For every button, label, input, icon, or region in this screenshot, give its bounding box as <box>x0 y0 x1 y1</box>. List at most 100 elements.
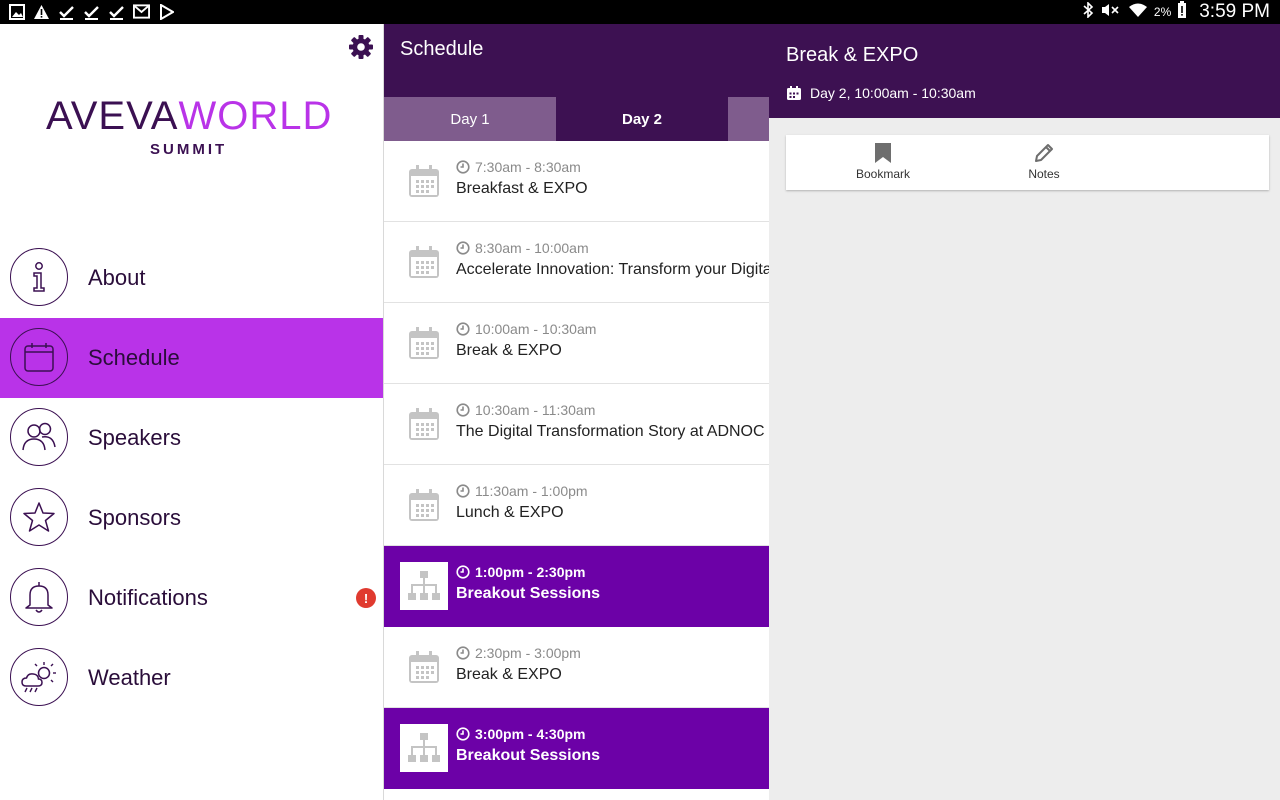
tab-day-1[interactable]: Day 1 <box>384 97 556 141</box>
session-detail-panel: Break & EXPO Day 2, 10:00am - 10:30am Bo… <box>769 24 1280 800</box>
hierarchy-icon <box>400 724 448 772</box>
session-time: 8:30am - 10:00am <box>456 240 589 256</box>
clock-icon <box>456 646 470 660</box>
session-time-text: 2:30pm - 3:00pm <box>475 645 581 661</box>
session-time-text: 7:30am - 8:30am <box>475 159 581 175</box>
notes-button[interactable]: Notes <box>1004 142 1084 181</box>
nav-item-speakers[interactable]: Speakers <box>0 398 383 478</box>
check-icon <box>83 3 100 20</box>
session-time: 11:30am - 1:00pm <box>456 483 588 499</box>
clock-icon <box>456 727 470 741</box>
clock-icon <box>456 565 470 579</box>
clock-icon <box>456 484 470 498</box>
notification-icons <box>8 3 175 20</box>
nav-item-notifications[interactable]: Notifications ! <box>0 558 383 638</box>
detail-meta-text: Day 2, 10:00am - 10:30am <box>810 85 976 101</box>
star-icon <box>10 488 68 546</box>
clock-icon <box>456 322 470 336</box>
logo-subtitle: SUMMIT <box>150 141 228 158</box>
nav-item-weather[interactable]: Weather <box>0 638 383 718</box>
session-row[interactable]: 10:00am - 10:30am Break & EXPO <box>384 303 769 384</box>
session-title: Break & EXPO <box>456 342 562 359</box>
battery-percent: 2% <box>1153 5 1172 19</box>
drawer-menu: About Schedule Speakers Sponsors Notific… <box>0 238 383 718</box>
session-row[interactable]: 1:00pm - 2:30pm Breakout Sessions <box>384 546 769 627</box>
system-icons: 2% 3:59 PM <box>1082 0 1270 24</box>
session-title: Breakout Sessions <box>456 585 601 602</box>
session-list: 7:30am - 8:30am Breakfast & EXPO 8:30am … <box>384 141 769 789</box>
bookmark-button[interactable]: Bookmark <box>843 142 923 181</box>
bluetooth-icon <box>1082 0 1094 23</box>
page-title: Schedule <box>400 38 484 60</box>
tab-day-2[interactable]: Day 2 <box>556 97 728 141</box>
nav-label-notifications: Notifications <box>88 585 208 610</box>
nav-label-speakers: Speakers <box>88 425 181 450</box>
calendar-icon <box>400 157 448 205</box>
session-time: 3:00pm - 4:30pm <box>456 726 585 742</box>
session-row[interactable]: 2:30pm - 3:00pm Break & EXPO <box>384 627 769 708</box>
wifi-icon <box>1128 2 1148 23</box>
calendar-icon <box>400 238 448 286</box>
nav-item-about[interactable]: About <box>0 238 383 318</box>
clock: 3:59 PM <box>1199 1 1270 22</box>
session-title: The Digital Transformation Story at ADNO… <box>456 423 765 440</box>
session-time-text: 3:00pm - 4:30pm <box>475 726 586 742</box>
nav-label-weather: Weather <box>88 665 171 690</box>
nav-label-schedule: Schedule <box>88 345 180 370</box>
session-time: 10:00am - 10:30am <box>456 321 596 337</box>
clock-icon <box>456 403 470 417</box>
logo-part-aveva: AVEVA <box>46 94 179 138</box>
calendar-icon <box>400 643 448 691</box>
play-store-icon <box>158 3 175 20</box>
notification-alert-badge: ! <box>356 588 376 608</box>
day-tabs: Day 1 Day 2 <box>384 97 769 141</box>
session-time-text: 8:30am - 10:00am <box>475 240 589 256</box>
bell-icon <box>10 568 68 626</box>
detail-date-time: Day 2, 10:00am - 10:30am <box>786 85 976 101</box>
check-icon <box>108 3 125 20</box>
aveva-world-logo: AVEVA WORLD SUMMIT <box>46 94 346 158</box>
session-row[interactable]: 7:30am - 8:30am Breakfast & EXPO <box>384 141 769 222</box>
session-row[interactable]: 3:00pm - 4:30pm Breakout Sessions <box>384 708 769 789</box>
session-title: Breakout Sessions <box>456 747 601 764</box>
people-icon <box>10 408 68 466</box>
gear-icon[interactable] <box>347 33 375 61</box>
weather-icon <box>10 648 68 706</box>
session-title: Accelerate Innovation: Transform your Di… <box>456 261 769 278</box>
session-time-text: 11:30am - 1:00pm <box>475 483 588 499</box>
session-title: Lunch & EXPO <box>456 504 564 521</box>
gmail-icon <box>133 3 150 20</box>
status-bar: 2% 3:59 PM <box>0 0 1280 24</box>
tab-day-3[interactable] <box>728 97 769 141</box>
pencil-icon <box>1035 144 1053 162</box>
detail-header: Break & EXPO Day 2, 10:00am - 10:30am <box>769 24 1280 118</box>
session-time: 1:00pm - 2:30pm <box>456 564 585 580</box>
warning-icon <box>33 3 50 20</box>
navigation-drawer: AVEVA WORLD SUMMIT About Schedule Speaker… <box>0 24 384 800</box>
session-row[interactable]: 8:30am - 10:00am Accelerate Innovation: … <box>384 222 769 303</box>
schedule-header: Schedule Day 1 Day 2 <box>384 24 769 141</box>
hierarchy-icon <box>400 562 448 610</box>
calendar-icon <box>400 400 448 448</box>
image-icon <box>8 3 25 20</box>
session-time: 7:30am - 8:30am <box>456 159 581 175</box>
notes-label: Notes <box>1028 167 1060 181</box>
calendar-icon <box>400 319 448 367</box>
session-title: Break & EXPO <box>456 666 562 683</box>
session-time-text: 10:00am - 10:30am <box>475 321 597 337</box>
detail-title: Break & EXPO <box>786 44 919 66</box>
session-title: Breakfast & EXPO <box>456 180 588 197</box>
action-bar: Bookmark Notes <box>786 135 1269 190</box>
nav-item-sponsors[interactable]: Sponsors <box>0 478 383 558</box>
nav-label-about: About <box>88 265 146 290</box>
session-row[interactable]: 11:30am - 1:00pm Lunch & EXPO <box>384 465 769 546</box>
bookmark-icon <box>875 143 891 163</box>
nav-label-sponsors: Sponsors <box>88 505 181 530</box>
calendar-icon <box>10 328 68 386</box>
mute-icon <box>1100 2 1122 23</box>
check-icon <box>58 3 75 20</box>
clock-icon <box>456 160 470 174</box>
session-row[interactable]: 10:30am - 11:30am The Digital Transforma… <box>384 384 769 465</box>
nav-item-schedule[interactable]: Schedule <box>0 318 383 398</box>
info-icon <box>10 248 68 306</box>
